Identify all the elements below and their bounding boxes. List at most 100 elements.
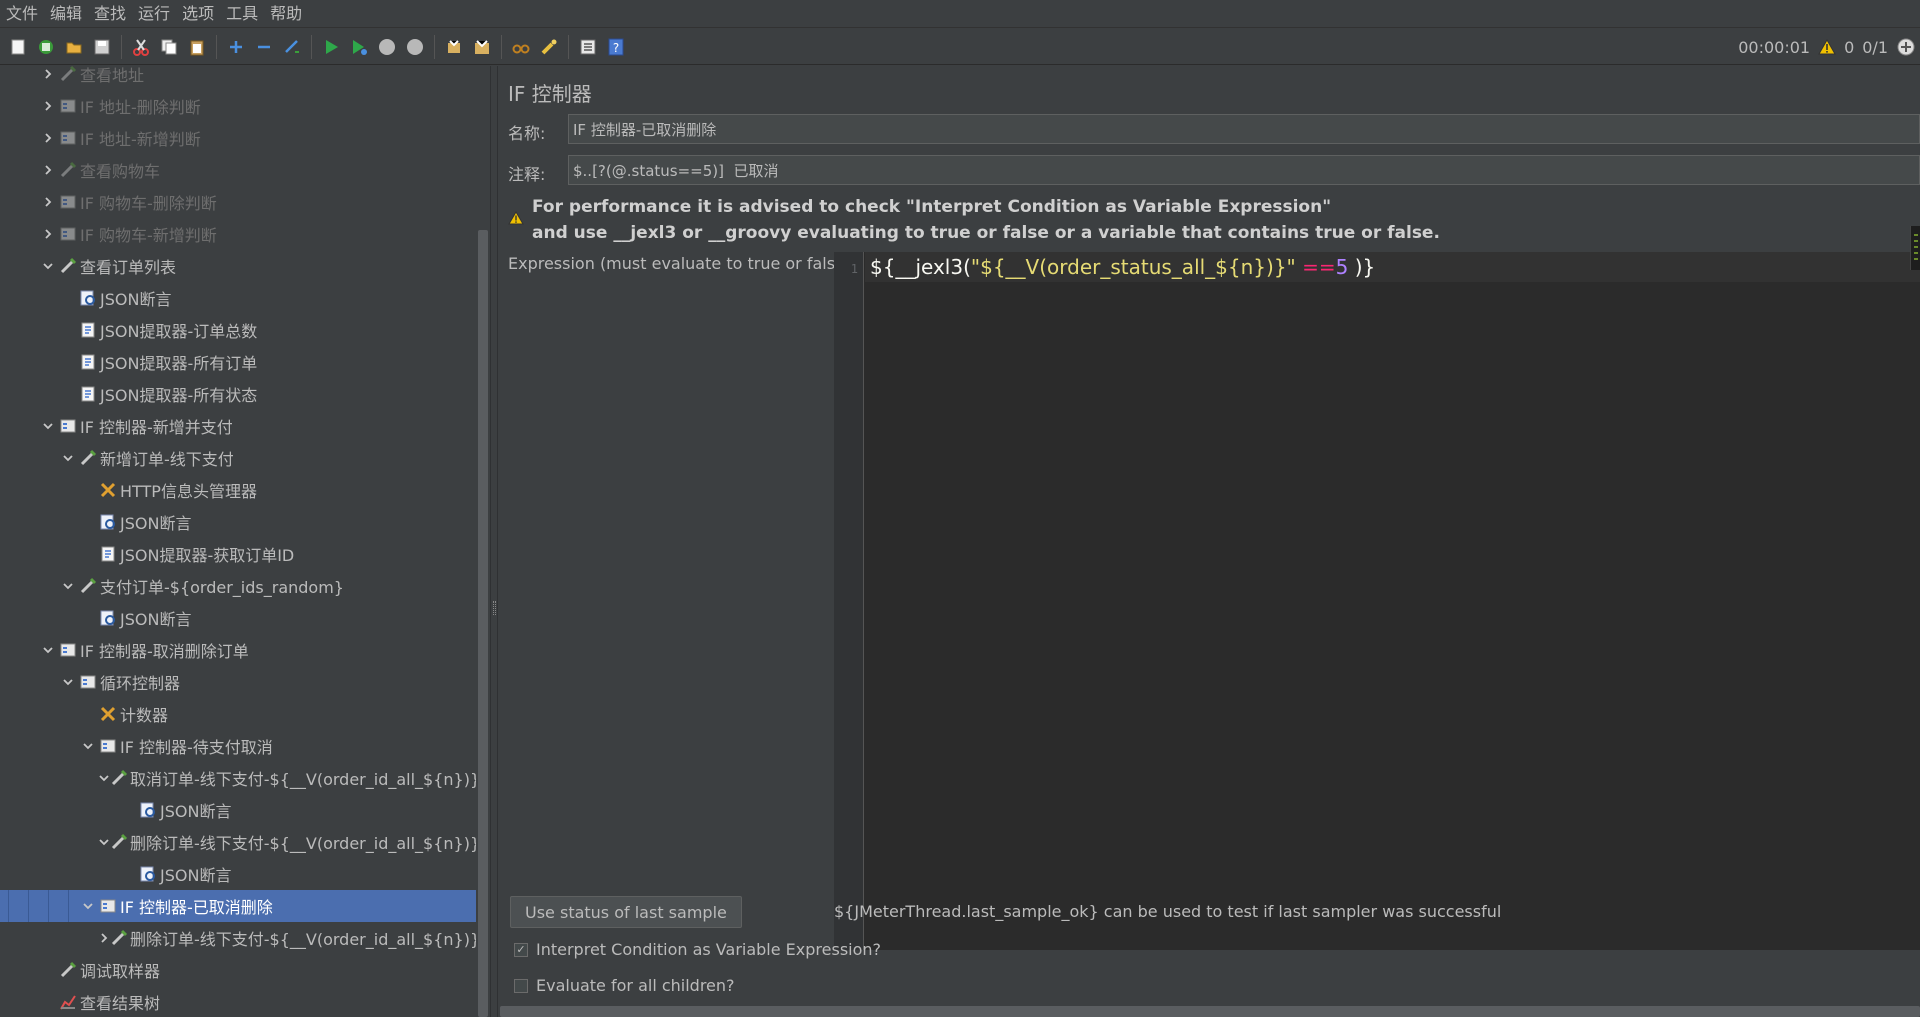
controller-icon (58, 224, 78, 244)
menu-6[interactable]: 帮助 (266, 0, 310, 28)
start-no-pause-icon[interactable] (347, 35, 371, 59)
shutdown-icon[interactable] (403, 35, 427, 59)
chevron-down-icon[interactable] (98, 768, 110, 788)
tree-node-label: 查看购物车 (80, 162, 161, 181)
tree-node[interactable]: 取消订单-线下支付-${__V(order_id_all_${n})} (0, 762, 476, 794)
tree-node[interactable]: 删除订单-线下支付-${__V(order_id_all_${n})} (0, 826, 476, 858)
tree-node[interactable]: 查看购物车 (0, 154, 476, 186)
menu-4[interactable]: 选项 (178, 0, 222, 28)
sampler-icon (78, 448, 98, 468)
name-field[interactable] (568, 114, 1920, 144)
interpret-condition-option[interactable]: ✓ Interpret Condition as Variable Expres… (514, 940, 881, 959)
collapse-icon[interactable] (252, 35, 276, 59)
menu-3[interactable]: 运行 (134, 0, 178, 28)
reset-search-icon[interactable] (537, 35, 561, 59)
chevron-right-icon[interactable] (98, 928, 110, 948)
tree-node[interactable]: IF 购物车-删除判断 (0, 186, 476, 218)
interpret-condition-checkbox[interactable]: ✓ (514, 942, 528, 957)
chevron-down-icon[interactable] (58, 576, 78, 596)
clear-icon[interactable] (442, 35, 466, 59)
tree-node[interactable]: JSON提取器-所有订单 (0, 346, 476, 378)
tree-node[interactable]: 删除订单-线下支付-${__V(order_id_all_${n})} (0, 922, 476, 954)
tree-node[interactable]: JSON断言 (0, 858, 476, 890)
tree-node[interactable]: 查看结果树 (0, 986, 476, 1017)
tree-node[interactable]: JSON断言 (0, 602, 476, 634)
search-icon[interactable] (509, 35, 533, 59)
menu-5[interactable]: 工具 (222, 0, 266, 28)
expression-code[interactable]: ${__jexl3("${__V(order_status_all_${n})}… (870, 254, 1375, 280)
evaluate-all-children-checkbox[interactable] (514, 978, 528, 993)
chevron-down-icon[interactable] (58, 672, 78, 692)
chevron-down-icon[interactable] (58, 448, 78, 468)
chevron-right-icon[interactable] (38, 66, 58, 84)
tree-node[interactable]: IF 地址-删除判断 (0, 90, 476, 122)
expand-icon[interactable] (224, 35, 248, 59)
tree-node[interactable]: JSON提取器-订单总数 (0, 314, 476, 346)
chevron-right-icon[interactable] (38, 192, 58, 212)
tree-node-label: JSON断言 (160, 866, 232, 885)
tree-node[interactable]: HTTP信息头管理器 (0, 474, 476, 506)
tree-node[interactable]: JSON断言 (0, 282, 476, 314)
chevron-down-icon[interactable] (78, 896, 98, 916)
chevron-right-icon[interactable] (38, 160, 58, 180)
evaluate-all-children-option[interactable]: Evaluate for all children? (514, 976, 735, 995)
tree-node[interactable]: JSON断言 (0, 794, 476, 826)
menu-1[interactable]: 编辑 (46, 0, 90, 28)
tree-node[interactable]: 计数器 (0, 698, 476, 730)
paste-icon[interactable] (185, 35, 209, 59)
chevron-placeholder (58, 384, 78, 404)
chevron-down-icon[interactable] (38, 256, 58, 276)
open-icon[interactable] (62, 35, 86, 59)
panel-splitter[interactable] (490, 66, 498, 1017)
clear-all-icon[interactable] (470, 35, 494, 59)
tree-node-label: 查看地址 (80, 66, 145, 85)
tree-node[interactable]: IF 控制器-取消删除订单 (0, 634, 476, 666)
new-icon[interactable] (6, 35, 30, 59)
tree-node[interactable]: 新增订单-线下支付 (0, 442, 476, 474)
help-icon[interactable]: ? (604, 35, 628, 59)
tree-node-selected[interactable]: IF 控制器-已取消删除 (0, 890, 476, 922)
tree-node[interactable]: JSON提取器-获取订单ID (0, 538, 476, 570)
save-icon[interactable] (90, 35, 114, 59)
tree-node[interactable]: IF 控制器-新增并支付 (0, 410, 476, 442)
splitter-grip[interactable] (493, 601, 496, 615)
chevron-down-icon[interactable] (38, 416, 58, 436)
stop-icon[interactable] (375, 35, 399, 59)
horizontal-scrollbar[interactable] (500, 1006, 1920, 1017)
chevron-right-icon[interactable] (38, 128, 58, 148)
test-plan-tree[interactable]: 查看地址 IF 地址-删除判断 IF 地址-新增判断查看购物车 IF 购物车-删除判断… (0, 66, 476, 1017)
chevron-right-icon[interactable] (38, 224, 58, 244)
chevron-down-icon[interactable] (98, 832, 110, 852)
config-icon (98, 480, 118, 500)
tree-node[interactable]: 循环控制器 (0, 666, 476, 698)
tree-node[interactable]: 调试取样器 (0, 954, 476, 986)
code-token-string: "${__V(order_status_all_${n})}" (970, 255, 1296, 279)
tree-node[interactable]: 支付订单-${order_ids_random} (0, 570, 476, 602)
use-status-of-last-sample-button[interactable]: Use status of last sample (510, 896, 742, 928)
toggle-icon[interactable] (280, 35, 304, 59)
tree-scrollbar-thumb[interactable] (478, 230, 488, 1017)
tree-node[interactable]: JSON提取器-所有状态 (0, 378, 476, 410)
function-helper-icon[interactable] (576, 35, 600, 59)
tree-node[interactable]: 查看订单列表 (0, 250, 476, 282)
start-icon[interactable] (319, 35, 343, 59)
tree-node-label: 删除订单-线下支付-${__V(order_id_all_${n})} (130, 930, 476, 949)
chevron-right-icon[interactable] (38, 96, 58, 116)
tree-node[interactable]: IF 购物车-新增判断 (0, 218, 476, 250)
warning-icon[interactable] (1818, 39, 1836, 55)
tree-node[interactable]: IF 地址-新增判断 (0, 122, 476, 154)
tree-node[interactable]: IF 控制器-待支付取消 (0, 730, 476, 762)
expression-editor[interactable]: 1 ${__jexl3("${__V(order_status_all_${n}… (834, 252, 1920, 950)
templates-icon[interactable] (34, 35, 58, 59)
chevron-down-icon[interactable] (78, 736, 98, 756)
controller-icon (58, 416, 78, 436)
comment-field[interactable] (568, 155, 1920, 185)
cut-icon[interactable] (129, 35, 153, 59)
chevron-down-icon[interactable] (38, 640, 58, 660)
copy-icon[interactable] (157, 35, 181, 59)
tree-node[interactable]: JSON断言 (0, 506, 476, 538)
menu-2[interactable]: 查找 (90, 0, 134, 28)
menu-0[interactable]: 文件 (2, 0, 46, 28)
tree-node[interactable]: 查看地址 (0, 66, 476, 90)
remote-globe-icon[interactable] (1896, 37, 1916, 57)
